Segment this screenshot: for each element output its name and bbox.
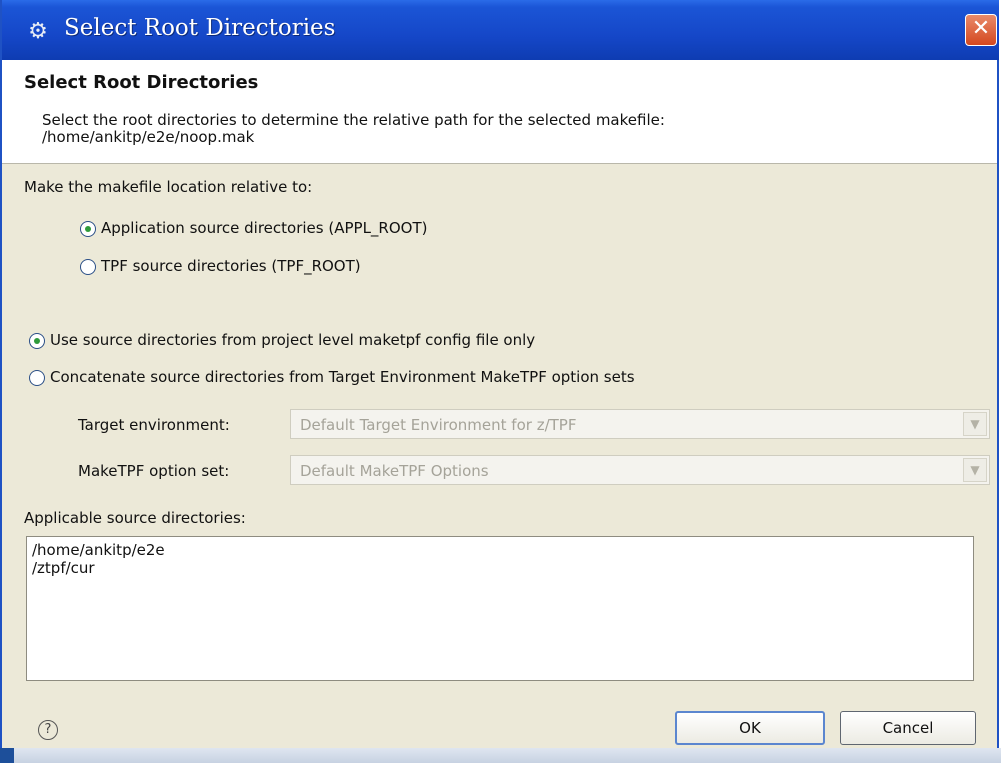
appl-root-label[interactable]: Application source directories (APPL_ROO… bbox=[101, 219, 427, 237]
select-root-directories-dialog: ⚙ Select Root Directories ✕ Select Root … bbox=[0, 0, 999, 748]
cancel-button[interactable]: Cancel bbox=[840, 711, 976, 745]
option-set-label: MakeTPF option set: bbox=[78, 462, 230, 480]
target-environment-value: Default Target Environment for z/TPF bbox=[300, 416, 577, 434]
header-title: Select Root Directories bbox=[24, 72, 259, 93]
option-set-select[interactable]: Default MakeTPF Options ▼ bbox=[290, 455, 990, 485]
chevron-down-icon[interactable]: ▼ bbox=[963, 412, 987, 436]
option-set-value: Default MakeTPF Options bbox=[300, 462, 489, 480]
use-project-config-label[interactable]: Use source directories from project leve… bbox=[50, 331, 535, 349]
help-icon[interactable]: ? bbox=[38, 720, 58, 740]
list-item[interactable]: /home/ankitp/e2e bbox=[32, 541, 165, 559]
applicable-directories-label: Applicable source directories: bbox=[24, 509, 246, 527]
title-bar[interactable]: ⚙ Select Root Directories ✕ bbox=[2, 0, 999, 60]
tpf-root-radio[interactable] bbox=[80, 259, 96, 275]
target-environment-label: Target environment: bbox=[78, 416, 230, 434]
header-description-text: Select the root directories to determine… bbox=[42, 111, 665, 129]
list-item[interactable]: /ztpf/cur bbox=[32, 559, 95, 577]
ok-button[interactable]: OK bbox=[675, 711, 825, 745]
applicable-directories-list[interactable]: /home/ankitp/e2e /ztpf/cur bbox=[26, 536, 974, 681]
dialog-header: Select Root Directories Select the root … bbox=[2, 60, 997, 164]
window-title: Select Root Directories bbox=[64, 15, 336, 41]
concatenate-option-sets-label[interactable]: Concatenate source directories from Targ… bbox=[50, 368, 635, 386]
taskbar-strip bbox=[0, 748, 1001, 763]
gear-icon: ⚙ bbox=[28, 19, 48, 44]
taskbar-edge bbox=[0, 748, 14, 763]
close-button[interactable]: ✕ bbox=[965, 14, 997, 46]
header-description: Select the root directories to determine… bbox=[42, 112, 942, 146]
location-label: Make the makefile location relative to: bbox=[24, 178, 313, 196]
concatenate-option-sets-radio[interactable] bbox=[29, 370, 45, 386]
tpf-root-label[interactable]: TPF source directories (TPF_ROOT) bbox=[101, 257, 361, 275]
appl-root-radio[interactable] bbox=[80, 221, 96, 237]
close-icon: ✕ bbox=[971, 16, 991, 41]
makefile-path: /home/ankitp/e2e/noop.mak bbox=[42, 128, 255, 146]
dialog-body: Make the makefile location relative to: … bbox=[2, 164, 997, 748]
chevron-down-icon[interactable]: ▼ bbox=[963, 458, 987, 482]
target-environment-select[interactable]: Default Target Environment for z/TPF ▼ bbox=[290, 409, 990, 439]
use-project-config-radio[interactable] bbox=[29, 333, 45, 349]
